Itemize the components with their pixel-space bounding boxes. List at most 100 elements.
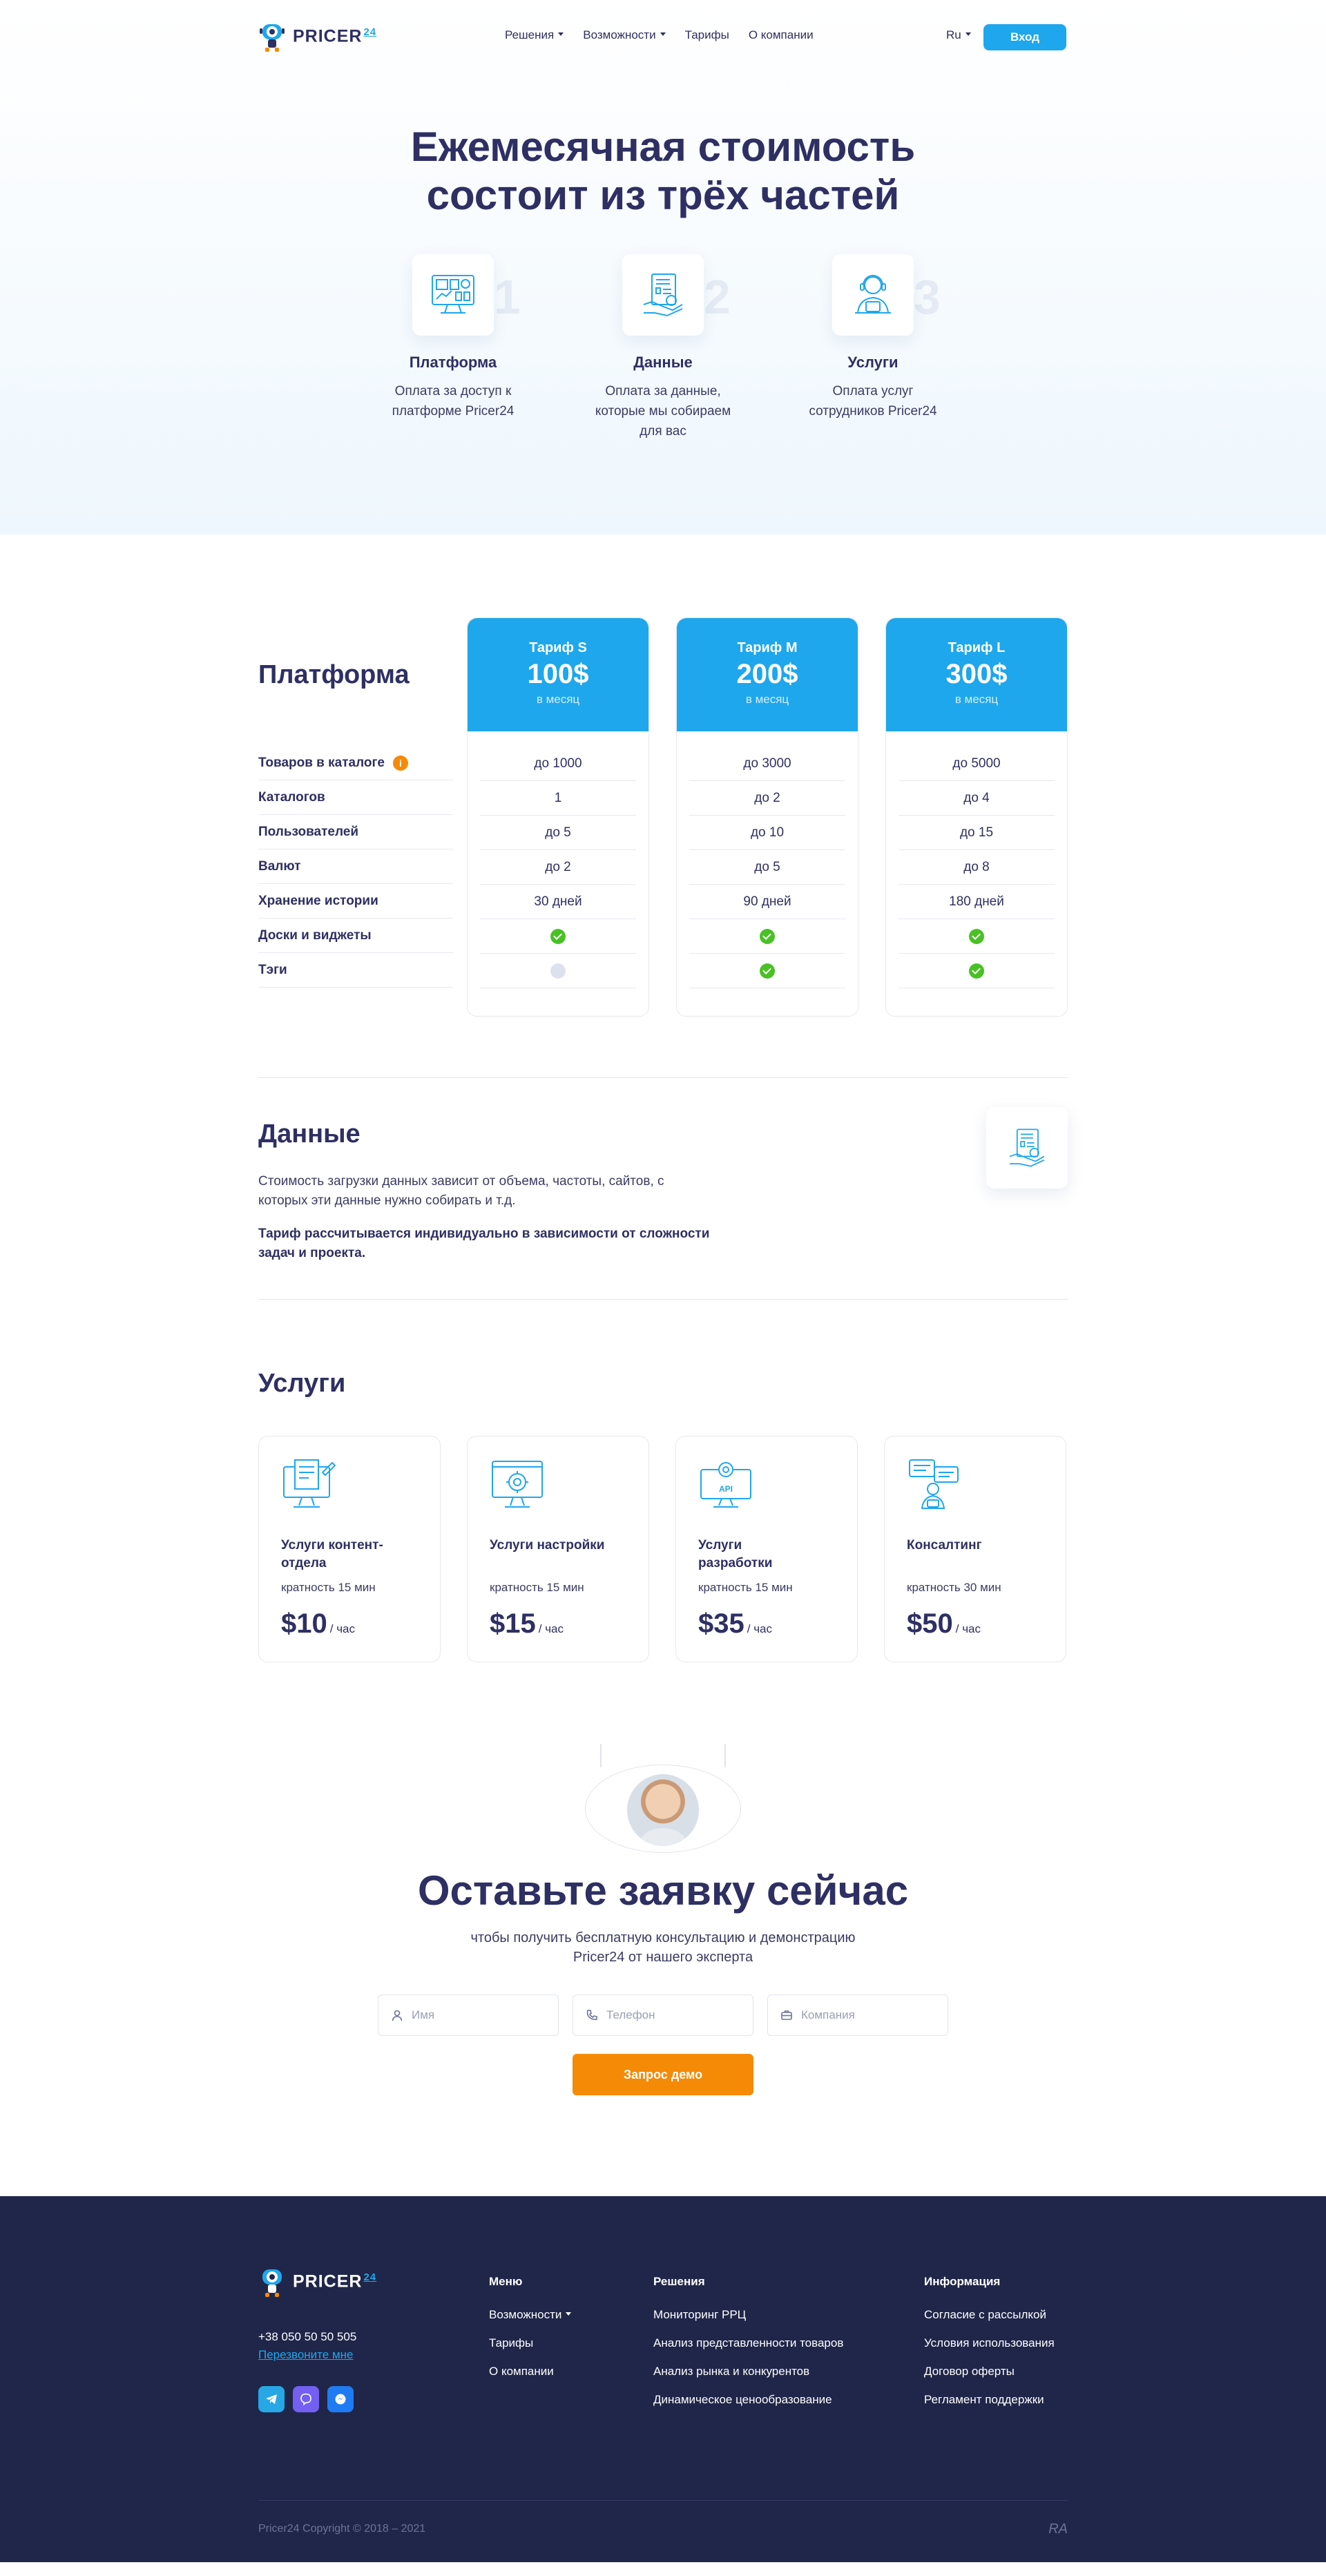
plan-name: Тариф S — [529, 640, 587, 655]
site-footer: PRICER 24 +38 050 50 50 505 Перезвоните м… — [0, 2196, 1326, 2562]
social-links — [258, 2386, 354, 2412]
service-multiplicity: кратность 15 мин — [698, 1581, 793, 1594]
agency-mark[interactable]: RA — [1048, 2521, 1068, 2537]
plan-value — [480, 919, 636, 954]
plan-body: до 1000 1 до 5 до 2 30 дней — [468, 731, 648, 988]
lead-title: Оставьте заявку сейчас — [417, 1867, 909, 1914]
service-price: $35/ час — [698, 1608, 835, 1640]
phone-icon — [586, 2010, 597, 2020]
info-icon[interactable]: i — [393, 755, 408, 771]
messenger-icon[interactable] — [327, 2386, 354, 2412]
name-input[interactable] — [412, 2008, 543, 2022]
telegram-icon[interactable] — [258, 2386, 285, 2412]
part-desc: Оплата за данные, которые мы собираем дл… — [595, 384, 731, 439]
plan-value: до 2 — [689, 781, 845, 816]
phone-field[interactable] — [573, 1995, 753, 2036]
footer-link[interactable]: Договор оферты — [924, 2365, 1055, 2378]
expert-avatar — [627, 1774, 699, 1846]
footer-link[interactable]: Регламент поддержки — [924, 2393, 1055, 2407]
viber-icon[interactable] — [293, 2386, 319, 2412]
part-desc: Оплата за доступ к платформе Pricer24 — [392, 384, 515, 419]
plan-value — [899, 919, 1055, 954]
footer-link[interactable]: Возможности — [489, 2308, 571, 2322]
service-name: Услуги настройки — [490, 1538, 605, 1553]
support-agent-icon — [832, 254, 914, 336]
logo-text: PRICER 24 — [293, 26, 377, 46]
part-data: 02 Данные Оплата за данные, которые мы с… — [558, 254, 768, 441]
name-field[interactable] — [378, 1995, 559, 2036]
price-unit: / час — [955, 1622, 981, 1635]
part-title: Платформа — [409, 354, 497, 371]
footer-logo[interactable]: PRICER 24 — [258, 2265, 376, 2298]
footer-link[interactable]: О компании — [489, 2365, 571, 2378]
hero-section: PRICER 24 Решения Возможности Тарифы О ко… — [0, 0, 1326, 535]
service-card: Консалтинг кратность 30 мин $50/ час — [884, 1436, 1066, 1662]
feature-list: Товаров в каталоге i Каталогов Пользовате… — [258, 746, 453, 988]
price-unit: / час — [329, 1622, 356, 1635]
price-unit: / час — [538, 1622, 564, 1635]
nav-features[interactable]: Возможности — [583, 28, 665, 42]
footer-col-title: Меню — [489, 2275, 523, 2288]
plan-value: до 10 — [689, 816, 845, 850]
footer-link[interactable]: Условия использования — [924, 2336, 1055, 2350]
settings-icon — [492, 1461, 543, 1508]
login-button[interactable]: Вход — [983, 24, 1066, 50]
plan-value: до 1000 — [480, 747, 636, 781]
plan-price: 100$ — [527, 659, 589, 689]
plan-value: до 8 — [899, 850, 1055, 885]
plan-card-s: Тариф S 100$ в месяц до 1000 1 до 5 до 2… — [467, 617, 649, 1017]
plan-value: до 4 — [899, 781, 1055, 816]
service-price: $50/ час — [907, 1608, 1044, 1640]
callback-link[interactable]: Перезвоните мне — [258, 2348, 354, 2362]
check-icon — [969, 928, 984, 944]
plan-value: до 3000 — [689, 747, 845, 781]
service-multiplicity: кратность 15 мин — [490, 1581, 584, 1594]
part-services: 03 Услуги Оплата услуг сотрудников Price… — [768, 254, 978, 441]
plan-card-m: Тариф M 200$ в месяц до 3000 до 2 до 10 … — [676, 617, 858, 1017]
company-input[interactable] — [801, 2008, 932, 2022]
nav-about[interactable]: О компании — [749, 28, 814, 42]
plan-price: 300$ — [945, 659, 1008, 689]
footer-link[interactable]: Анализ рынка и конкурентов — [653, 2365, 843, 2378]
footer-link[interactable]: Мониторинг РРЦ — [653, 2308, 843, 2322]
service-multiplicity: кратность 15 мин — [281, 1581, 376, 1594]
plan-value — [689, 919, 845, 954]
footer-link[interactable]: Тарифы — [489, 2336, 571, 2350]
service-multiplicity: кратность 30 мин — [907, 1581, 1001, 1594]
services-grid: Услуги контент-отдела кратность 15 мин $… — [258, 1436, 1068, 1662]
api-icon: API — [700, 1462, 751, 1508]
footer-link[interactable]: Согласие с рассылкой — [924, 2308, 1055, 2322]
plan-value: до 5000 — [899, 747, 1055, 781]
footer-info: Информация Согласие с рассылкой Условия … — [924, 2275, 1055, 2421]
disabled-dot-icon — [550, 963, 566, 979]
svg-text:API: API — [719, 1484, 733, 1494]
nav-solutions[interactable]: Решения — [505, 28, 564, 42]
pricing-title: Платформа — [258, 660, 410, 689]
footer-link[interactable]: Динамическое ценообразование — [653, 2393, 843, 2407]
feature-row: Доски и виджеты — [258, 919, 453, 953]
price-value: $10 — [281, 1608, 327, 1639]
service-price: $10/ час — [281, 1608, 418, 1640]
footer-col-title: Информация — [924, 2275, 1001, 2288]
language-selector[interactable]: Ru — [946, 28, 971, 42]
plan-value: до 5 — [689, 850, 845, 885]
nav-pricing[interactable]: Тарифы — [685, 28, 729, 42]
phone-input[interactable] — [606, 2008, 738, 2022]
monitor-dashboard-icon — [412, 254, 494, 336]
feature-row: Каталогов — [258, 780, 453, 815]
plan-value: до 2 — [480, 850, 636, 885]
footer-link[interactable]: Анализ представленности товаров — [653, 2336, 843, 2350]
plan-header: Тариф M 200$ в месяц — [677, 618, 858, 731]
price-value: $50 — [907, 1608, 953, 1639]
plan-body: до 3000 до 2 до 10 до 5 90 дней — [677, 731, 858, 988]
plan-value: 180 дней — [899, 885, 1055, 919]
plan-value: 90 дней — [689, 885, 845, 919]
plan-value: 1 — [480, 781, 636, 816]
plan-value: 30 дней — [480, 885, 636, 919]
plan-name: Тариф L — [948, 640, 1006, 655]
company-field[interactable] — [767, 1995, 948, 2036]
footer-phone[interactable]: +38 050 50 50 505 — [258, 2330, 356, 2344]
data-note: Тариф рассчитывается индивидуально в зав… — [258, 1227, 710, 1260]
request-demo-button[interactable]: Запрос демо — [573, 2054, 753, 2095]
logo[interactable]: PRICER 24 — [258, 20, 376, 53]
